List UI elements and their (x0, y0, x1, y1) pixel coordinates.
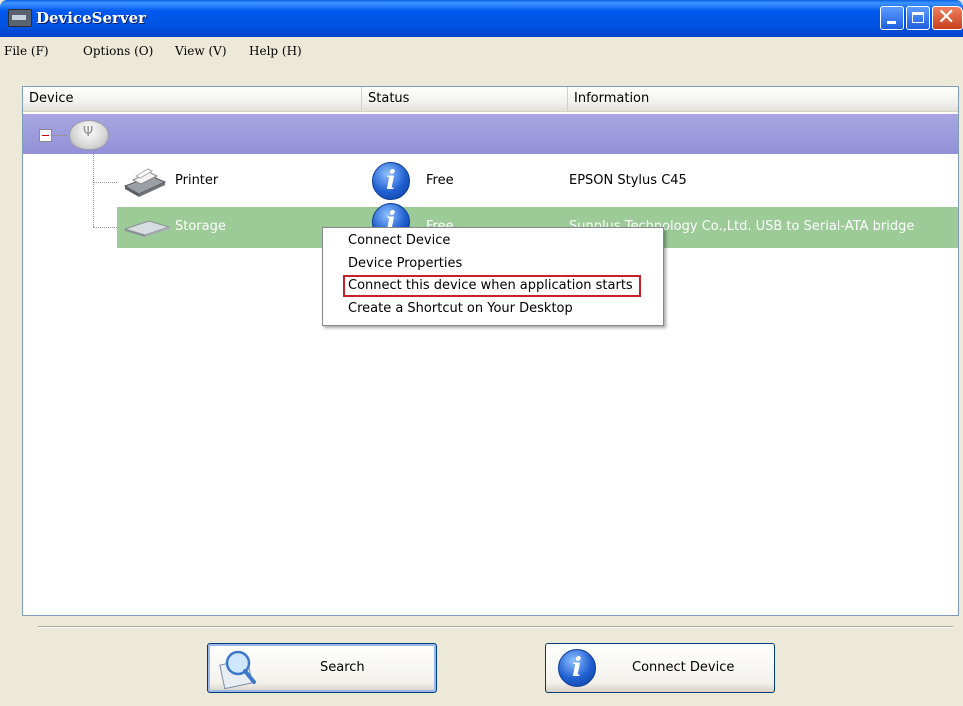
info-icon: i (558, 649, 596, 687)
menu-help[interactable]: Help (H) (249, 44, 302, 58)
menu-item-create-shortcut[interactable]: Create a Shortcut on Your Desktop (348, 301, 573, 316)
device-status: Free (426, 173, 454, 188)
app-icon (8, 9, 32, 27)
printer-icon (123, 168, 167, 197)
info-icon: i (372, 162, 410, 200)
menu-item-connect-on-start[interactable]: Connect this device when application sta… (348, 278, 633, 293)
column-device[interactable]: Device (23, 87, 362, 111)
root-device-row[interactable] (23, 114, 958, 154)
maximize-icon (912, 12, 924, 23)
usb-hub-icon: Ψ (69, 120, 109, 150)
device-list[interactable]: Device Status Information Ψ Printer i Fr… (22, 86, 959, 616)
minimize-button[interactable] (880, 6, 904, 30)
menu-view[interactable]: View (V) (175, 44, 227, 58)
column-information[interactable]: Information (568, 87, 958, 111)
minimize-icon (887, 21, 896, 24)
search-button-label: Search (320, 660, 365, 675)
connect-device-button[interactable]: i Connect Device (545, 643, 775, 693)
menu-file[interactable]: File (F) (4, 44, 49, 58)
window-title: DeviceServer (36, 9, 147, 27)
menu-options[interactable]: Options (O) (83, 44, 153, 58)
search-button[interactable]: Search (207, 643, 437, 693)
maximize-button[interactable] (906, 6, 930, 30)
menu-item-device-properties[interactable]: Device Properties (348, 256, 462, 271)
menu-item-connect-device[interactable]: Connect Device (348, 233, 450, 248)
menu-bar: File (F) Options (O) View (V) Help (H) (4, 38, 959, 64)
table-row[interactable]: Printer i Free EPSON Stylus C45 (117, 160, 958, 203)
storage-icon (123, 220, 171, 237)
close-icon: ✕ (937, 5, 956, 30)
list-header: Device Status Information (23, 87, 958, 112)
separator (38, 626, 953, 628)
device-information: EPSON Stylus C45 (569, 173, 687, 188)
device-name: Storage (175, 219, 226, 234)
tree-collapse-icon[interactable] (39, 129, 52, 142)
device-name: Printer (175, 173, 219, 188)
device-server-window: DeviceServer ✕ File (F) Options (O) View… (0, 0, 963, 706)
search-magnifier-icon (219, 650, 256, 690)
context-menu: Connect Device Device Properties Connect… (322, 227, 664, 326)
title-bar[interactable]: DeviceServer ✕ (0, 0, 963, 37)
connect-device-button-label: Connect Device (632, 660, 735, 675)
column-status[interactable]: Status (362, 87, 568, 111)
close-button[interactable]: ✕ (932, 5, 963, 30)
